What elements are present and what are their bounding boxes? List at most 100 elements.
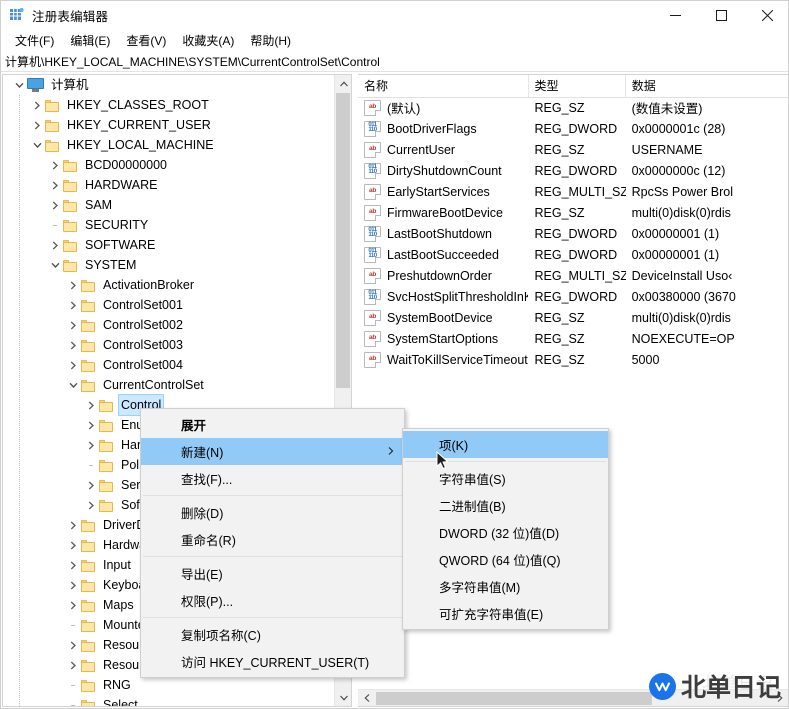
maximize-button[interactable] — [698, 1, 744, 29]
column-header-name[interactable]: 名称 — [358, 75, 529, 97]
chevron-right-icon[interactable] — [47, 175, 63, 195]
minimize-button[interactable] — [652, 1, 698, 29]
tree-scroll-up-button[interactable] — [335, 75, 351, 92]
sub-binary-value[interactable]: 二进制值(B) — [403, 492, 608, 519]
ctx-rename[interactable]: 重命名(R) — [141, 526, 404, 553]
tree-item-select[interactable]: Select — [3, 695, 334, 706]
ctx-delete[interactable]: 删除(D) — [141, 499, 404, 526]
value-row[interactable]: 011 110 DirtyShutdownCount REG_DWORD 0x00000… — [358, 160, 788, 181]
column-header-data[interactable]: 数据 — [626, 75, 788, 97]
tree-item-label: HKEY_CURRENT_USER — [67, 118, 211, 132]
chevron-right-icon[interactable] — [65, 575, 81, 595]
tree-item-security[interactable]: SECURITY — [3, 215, 334, 235]
chevron-right-icon[interactable] — [47, 235, 63, 255]
chevron-right-icon[interactable] — [65, 595, 81, 615]
tree-guide-line — [19, 655, 20, 675]
chevron-right-icon[interactable] — [65, 655, 81, 675]
ctx-expand[interactable]: 展开 — [141, 411, 404, 438]
sub-dword-value[interactable]: DWORD (32 位)值(D) — [403, 519, 608, 546]
value-row[interactable]: ab SystemStartOptions REG_SZ NOEXECUTE=OP — [358, 328, 788, 349]
tree-item-controlset001[interactable]: ControlSet001 — [3, 295, 334, 315]
chevron-right-icon[interactable] — [83, 395, 99, 415]
menu-help[interactable]: 帮助(H) — [242, 30, 299, 51]
chevron-right-icon[interactable] — [47, 195, 63, 215]
tree-item-sam[interactable]: SAM — [3, 195, 334, 215]
tree-item-hkey-classes-root[interactable]: HKEY_CLASSES_ROOT — [3, 95, 334, 115]
chevron-down-icon[interactable] — [11, 75, 27, 95]
chevron-right-icon[interactable] — [65, 515, 81, 535]
chevron-right-icon[interactable] — [65, 295, 81, 315]
list-scroll-thumb[interactable] — [376, 692, 652, 705]
ctx-new[interactable]: 新建(N) — [141, 438, 404, 465]
chevron-right-icon[interactable] — [65, 335, 81, 355]
value-row[interactable]: ab EarlyStartServices REG_MULTI_SZ RpcSs Po… — [358, 181, 788, 202]
sub-qword-value[interactable]: QWORD (64 位)值(Q) — [403, 546, 608, 573]
tree-item-activationbroker[interactable]: ActivationBroker — [3, 275, 334, 295]
chevron-right-icon[interactable] — [65, 355, 81, 375]
menu-view[interactable]: 查看(V) — [118, 30, 174, 51]
tree-item-controlset002[interactable]: ControlSet002 — [3, 315, 334, 335]
sub-string-value[interactable]: 字符串值(S) — [403, 465, 608, 492]
value-row[interactable]: ab (默认) REG_SZ (数值未设置) — [358, 97, 788, 118]
address-bar[interactable]: 计算机\HKEY_LOCAL_MACHINE\SYSTEM\CurrentCon… — [1, 52, 788, 72]
value-type-cell: REG_DWORD — [534, 226, 618, 241]
tree-context-menu[interactable]: 展开 新建(N) 查找(F)... 删除(D) 重命名(R) 导出(E) 权限(P)... 复… — [140, 408, 405, 678]
sub-expandable-str[interactable]: 可扩充字符串值(E) — [403, 600, 608, 627]
tree-item-currentcontrolset[interactable]: CurrentControlSet — [3, 375, 334, 395]
menu-edit[interactable]: 编辑(E) — [62, 30, 118, 51]
tree-item-controlset003[interactable]: ControlSet003 — [3, 335, 334, 355]
tree-item-hkey-current-user[interactable]: HKEY_CURRENT_USER — [3, 115, 334, 135]
tree-item-hardware[interactable]: HARDWARE — [3, 175, 334, 195]
value-row[interactable]: ab FirmwareBootDevice REG_SZ multi(0)disk(0… — [358, 202, 788, 223]
tree-item-rng[interactable]: RNG — [3, 675, 334, 695]
column-header-type[interactable]: 类型 — [529, 75, 626, 97]
tree-guide-line — [19, 375, 20, 395]
chevron-right-icon[interactable] — [65, 555, 81, 575]
tree-item-bcd00000000[interactable]: BCD00000000 — [3, 155, 334, 175]
chevron-right-icon[interactable] — [83, 475, 99, 495]
tree-item-controlset004[interactable]: ControlSet004 — [3, 355, 334, 375]
ctx-copy-key-name[interactable]: 复制项名称(C) — [141, 621, 404, 648]
chevron-down-icon[interactable] — [47, 255, 63, 275]
chevron-right-icon[interactable] — [83, 495, 99, 515]
chevron-right-icon[interactable] — [47, 155, 63, 175]
ctx-find[interactable]: 查找(F)... — [141, 465, 404, 492]
ctx-export[interactable]: 导出(E) — [141, 560, 404, 587]
value-row[interactable]: 011 110 LastBootSucceeded REG_DWORD 0x000000… — [358, 244, 788, 265]
tree-item-software[interactable]: SOFTWARE — [3, 235, 334, 255]
chevron-right-icon[interactable] — [29, 95, 45, 115]
menu-favorites[interactable]: 收藏夹(A) — [174, 30, 242, 51]
value-row[interactable]: ab WaitToKillServiceTimeout REG_SZ 5000 — [358, 349, 788, 370]
tree-item--[interactable]: 计算机 — [3, 75, 334, 95]
chevron-right-icon[interactable] — [65, 275, 81, 295]
ctx-permissions[interactable]: 权限(P)... — [141, 587, 404, 614]
value-name-label: PreshutdownOrder — [387, 268, 492, 283]
tree-item-hkey-local-machine[interactable]: HKEY_LOCAL_MACHINE — [3, 135, 334, 155]
chevron-right-icon[interactable] — [65, 635, 81, 655]
sub-key[interactable]: 项(K) — [403, 431, 608, 458]
value-row[interactable]: 011 110 SvcHostSplitThresholdInKB REG_DWORD… — [358, 286, 788, 307]
chevron-down-icon[interactable] — [65, 375, 81, 395]
ctx-goto-hkcu[interactable]: 访问 HKEY_CURRENT_USER(T) — [141, 648, 404, 675]
chevron-right-icon[interactable] — [29, 115, 45, 135]
chevron-right-icon[interactable] — [83, 435, 99, 455]
value-name-cell: ab CurrentUser — [358, 141, 528, 158]
chevron-down-icon[interactable] — [29, 135, 45, 155]
list-scroll-left-button[interactable] — [358, 690, 375, 706]
tree-scroll-down-button[interactable] — [335, 689, 351, 706]
value-row[interactable]: ab SystemBootDevice REG_SZ multi(0)disk(0)r… — [358, 307, 788, 328]
value-name-cell: ab SystemBootDevice — [358, 309, 528, 326]
value-row[interactable]: 011 110 BootDriverFlags REG_DWORD 0x0000001c… — [358, 118, 788, 139]
sub-multi-string[interactable]: 多字符串值(M) — [403, 573, 608, 600]
chevron-right-icon[interactable] — [83, 415, 99, 435]
tree-item-system[interactable]: SYSTEM — [3, 255, 334, 275]
chevron-right-icon[interactable] — [65, 315, 81, 335]
chevron-right-icon[interactable] — [65, 535, 81, 555]
value-row[interactable]: 011 110 LastBootShutdown REG_DWORD 0x0000000… — [358, 223, 788, 244]
value-row[interactable]: ab CurrentUser REG_SZ USERNAME — [358, 139, 788, 160]
close-button[interactable] — [744, 1, 788, 29]
new-submenu[interactable]: 项(K) 字符串值(S) 二进制值(B) DWORD (32 位)值(D) QWORD … — [402, 428, 609, 630]
value-row[interactable]: ab PreshutdownOrder REG_MULTI_SZ DeviceInst… — [358, 265, 788, 286]
menu-file[interactable]: 文件(F) — [7, 30, 62, 51]
tree-scroll-thumb[interactable] — [336, 93, 350, 388]
